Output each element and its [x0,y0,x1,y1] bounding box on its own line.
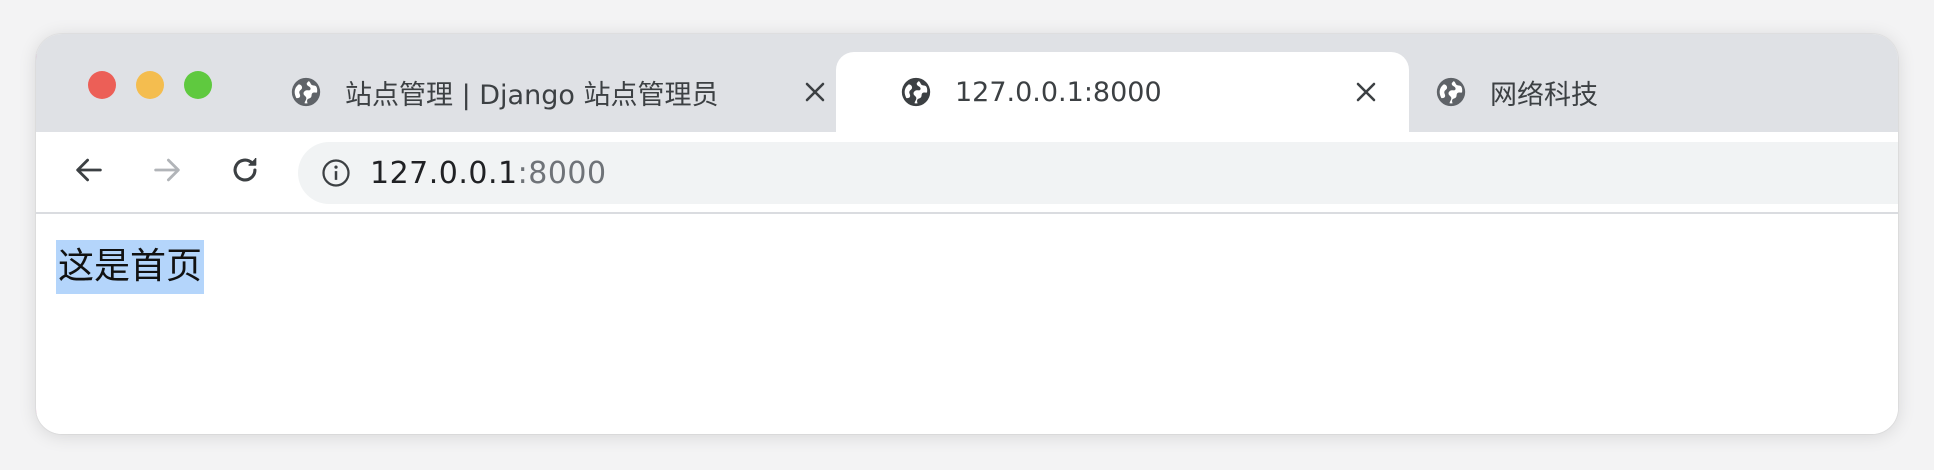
window-maximize-button[interactable] [184,71,212,99]
page-heading: 这是首页 [56,240,205,294]
browser-window: 站点管理 | Django 站点管理员 127.0.0.1:8000 网络科技 … [36,34,1898,434]
reload-button[interactable] [224,151,266,193]
back-button[interactable] [68,151,110,193]
globe-icon [289,75,323,109]
tab-close-icon[interactable] [1350,76,1382,108]
globe-icon [1434,75,1468,109]
url-port: :8000 [517,155,607,191]
window-minimize-button[interactable] [136,71,164,99]
screen: 站点管理 | Django 站点管理员 127.0.0.1:8000 网络科技 … [0,0,1934,470]
address-bar[interactable]: 127.0.0.1:8000 [298,142,1898,204]
arrow-right-icon [150,153,184,191]
tab-network-tech[interactable]: 网络科技 [1434,52,1834,132]
tab-close-icon[interactable] [799,76,831,108]
tab-django-admin[interactable]: 站点管理 | Django 站点管理员 [289,52,854,132]
url-text[interactable]: 127.0.0.1:8000 [370,156,607,191]
window-close-button[interactable] [88,71,116,99]
arrow-left-icon [72,153,106,191]
browser-toolbar: 127.0.0.1:8000 [36,132,1898,214]
reload-icon [228,153,262,191]
tab-title: 网络科技 [1490,79,1598,111]
globe-icon [899,75,933,109]
url-host: 127.0.0.1 [370,155,518,191]
tab-strip: 站点管理 | Django 站点管理员 127.0.0.1:8000 网络科技 [36,34,1898,132]
info-icon[interactable] [320,157,352,189]
tab-localhost[interactable]: 127.0.0.1:8000 [836,52,1409,132]
page-content: 这是首页 [36,214,1898,434]
tab-title: 站点管理 | Django 站点管理员 [345,79,719,111]
forward-button[interactable] [146,151,188,193]
tab-title: 127.0.0.1:8000 [955,76,1162,108]
